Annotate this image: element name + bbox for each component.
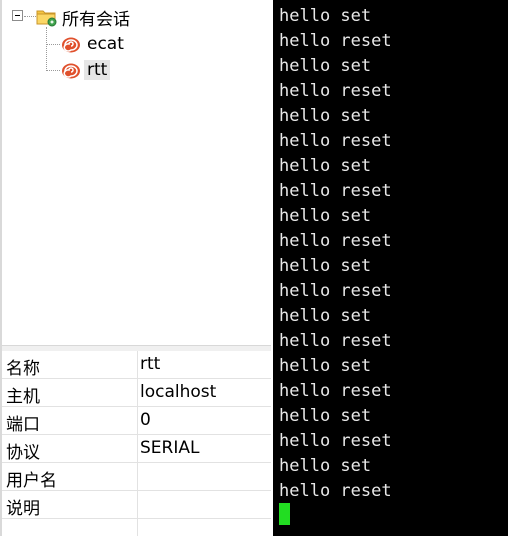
property-key: 协议 [6, 443, 40, 463]
terminal-cursor [279, 503, 290, 525]
property-row[interactable]: 主机 localhost [2, 379, 271, 407]
tree-connector [24, 16, 36, 17]
spiral-shell-icon [60, 34, 82, 54]
folder-gear-icon [36, 7, 58, 27]
terminal-line: hello reset [279, 381, 392, 401]
property-row[interactable]: 协议 SERIAL [2, 435, 271, 463]
terminal-line: hello set [279, 456, 372, 476]
terminal-line: hello set [279, 6, 372, 26]
property-key: 名称 [6, 359, 40, 379]
terminal-line: hello reset [279, 131, 392, 151]
terminal-line: hello set [279, 256, 372, 276]
property-row[interactable]: 用户名 [2, 463, 271, 491]
terminal-line: hello set [279, 356, 372, 376]
tree-root-label: 所有会话 [62, 9, 130, 30]
terminal-line: hello reset [279, 231, 392, 251]
tree-item-rtt[interactable]: rtt [60, 58, 111, 82]
terminal-line: hello set [279, 406, 372, 426]
terminal-line: hello reset [279, 181, 392, 201]
property-value: 0 [140, 410, 151, 430]
session-manager-panel: 所有会话 ecat rtt 名称 rtt 主机 localhost 端口 0 协… [0, 0, 273, 536]
property-key: 主机 [6, 387, 40, 407]
terminal-line: hello reset [279, 31, 392, 51]
tree-connector [46, 70, 60, 71]
tree-connector [46, 27, 47, 71]
tree-item-label: rtt [84, 60, 111, 80]
property-key: 说明 [6, 499, 40, 519]
terminal-line: hello set [279, 56, 372, 76]
properties-grid: 名称 rtt 主机 localhost 端口 0 协议 SERIAL 用户名 说… [2, 351, 271, 536]
terminal-line: hello set [279, 156, 372, 176]
property-row[interactable] [2, 519, 271, 547]
spiral-shell-icon [60, 60, 82, 80]
terminal-line: hello reset [279, 81, 392, 101]
terminal-output[interactable]: hello set hello reset hello set hello re… [273, 0, 508, 536]
collapse-toggle[interactable] [12, 10, 23, 21]
tree-item-ecat[interactable]: ecat [60, 32, 124, 56]
tree-connector [46, 44, 60, 45]
terminal-line: hello set [279, 106, 372, 126]
property-value: localhost [140, 382, 217, 402]
terminal-line: hello reset [279, 281, 392, 301]
property-row[interactable]: 名称 rtt [2, 351, 271, 379]
tree-root-all-sessions[interactable]: 所有会话 [36, 5, 130, 30]
terminal-line: hello reset [279, 431, 392, 451]
property-value: SERIAL [140, 438, 200, 458]
property-key: 端口 [6, 415, 40, 435]
terminal-line: hello set [279, 306, 372, 326]
tree-item-label: ecat [87, 34, 124, 54]
property-value: rtt [140, 354, 161, 374]
property-key: 用户名 [6, 471, 57, 491]
session-tree[interactable]: 所有会话 ecat rtt [2, 0, 271, 345]
property-row[interactable]: 端口 0 [2, 407, 271, 435]
terminal-line: hello set [279, 206, 372, 226]
terminal-line: hello reset [279, 481, 392, 501]
property-row[interactable]: 说明 [2, 491, 271, 519]
terminal-line: hello reset [279, 331, 392, 351]
